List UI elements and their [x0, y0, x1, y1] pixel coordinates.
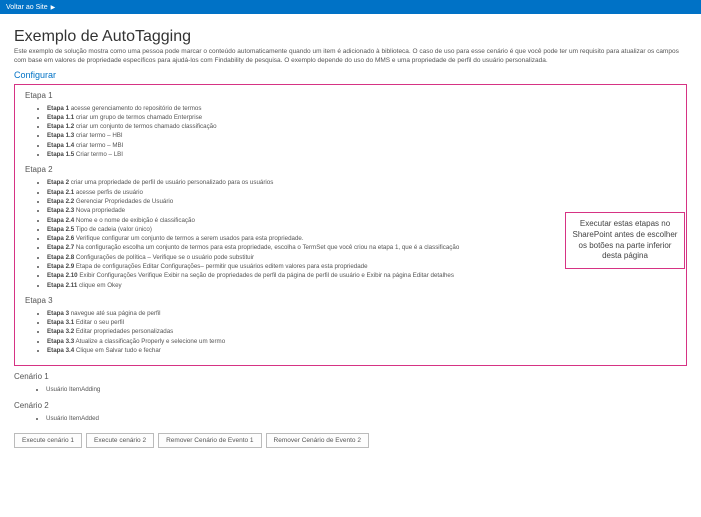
list-item: Etapa 1.3 criar termo – HBI	[47, 131, 686, 140]
callout-box: Executar estas etapas no SharePoint ante…	[565, 212, 685, 269]
list-item: Etapa 3 navegue até sua página de perfil	[47, 309, 686, 318]
configure-heading: Configurar	[14, 70, 687, 80]
back-to-site-label: Voltar ao Site	[6, 4, 48, 11]
stage-3-list: Etapa 3 navegue até sua página de perfil…	[47, 309, 686, 355]
list-item: Etapa 1.4 criar termo – MBI	[47, 141, 686, 150]
page-body: Exemplo de AutoTagging Este exemplo de s…	[0, 14, 701, 458]
remove-event-scenario-2-button[interactable]: Remover Cenário de Evento 2	[266, 433, 369, 448]
list-item: Etapa 2.10 Exibir Configurações Verifiqu…	[47, 271, 686, 280]
list-item: Etapa 3.4 Clique em Salvar tudo e fechar	[47, 346, 686, 355]
list-item: Etapa 1 acesse gerenciamento do repositó…	[47, 104, 686, 113]
remove-event-scenario-1-button[interactable]: Remover Cenário de Evento 1	[158, 433, 261, 448]
page-title: Exemplo de AutoTagging	[14, 28, 687, 46]
scenario-1-heading: Cenário 1	[14, 372, 687, 381]
list-item: Etapa 2.2 Gerenciar Propriedades de Usuá…	[47, 197, 686, 206]
list-item: Usuário ItemAdded	[46, 414, 687, 423]
page-description: Este exemplo de solução mostra como uma …	[14, 48, 684, 66]
back-to-site-link[interactable]: Voltar ao Site ▶	[6, 4, 55, 11]
stage-1-heading: Etapa 1	[25, 91, 686, 100]
execute-scenario-2-button[interactable]: Execute cenário 2	[86, 433, 154, 448]
button-row: Execute cenário 1 Execute cenário 2 Remo…	[14, 433, 687, 448]
scenario-2-heading: Cenário 2	[14, 401, 687, 410]
list-item: Etapa 2 criar uma propriedade de perfil …	[47, 178, 686, 187]
scenario-1-list: Usuário ItemAdding	[46, 385, 687, 394]
caret-right-icon: ▶	[51, 4, 56, 11]
top-bar: Voltar ao Site ▶	[0, 0, 701, 14]
list-item: Etapa 1.5 Criar termo – LBI	[47, 150, 686, 159]
execute-scenario-1-button[interactable]: Execute cenário 1	[14, 433, 82, 448]
list-item: Etapa 2.11 clique em Okey	[47, 281, 686, 290]
stage-1-list: Etapa 1 acesse gerenciamento do repositó…	[47, 104, 686, 160]
list-item: Etapa 3.2 Editar propriedades personaliz…	[47, 327, 686, 336]
list-item: Etapa 1.2 criar um conjunto de termos ch…	[47, 122, 686, 131]
list-item: Usuário ItemAdding	[46, 385, 687, 394]
stage-2-heading: Etapa 2	[25, 165, 686, 174]
list-item: Etapa 3.3 Atualize a classificação Prope…	[47, 337, 686, 346]
list-item: Etapa 1.1 criar um grupo de termos chama…	[47, 113, 686, 122]
list-item: Etapa 3.1 Editar o seu perfil	[47, 318, 686, 327]
list-item: Etapa 2.1 acesse perfis de usuário	[47, 188, 686, 197]
stage-3-heading: Etapa 3	[25, 296, 686, 305]
scenario-2-list: Usuário ItemAdded	[46, 414, 687, 423]
